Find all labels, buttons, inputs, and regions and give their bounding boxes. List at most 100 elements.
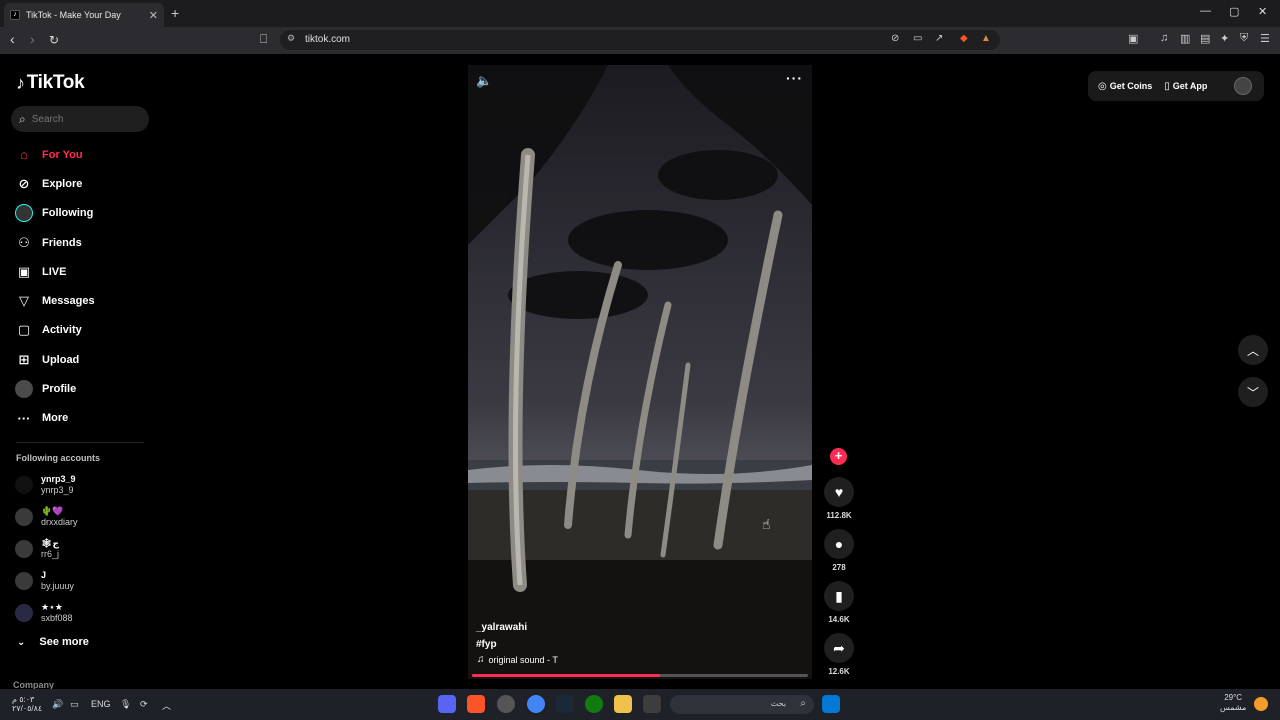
search-box[interactable]: ⌕ [11,106,149,132]
sidebar-item-label: Messages [42,295,95,308]
taskbar-search[interactable]: بحث ⌕ [670,695,814,714]
sidebar-item-label: Profile [42,383,77,396]
steam-icon[interactable] [556,695,574,713]
discord-icon[interactable] [438,695,456,713]
comment-button[interactable]: ● 278 [823,529,855,572]
search-input[interactable] [31,113,132,125]
following-account[interactable]: ★⋆★ sxbf088 [15,599,155,627]
share-button[interactable]: ➦ 12.6K [823,633,855,676]
like-button[interactable]: ♥ 112.8K [823,477,855,520]
logo-text: TikTok [26,72,85,93]
store-icon[interactable] [643,695,661,713]
following-account[interactable]: 🕸ج rr6_j [15,535,155,563]
wallet-icon[interactable]: ▤ [1200,32,1210,45]
speaker-icon[interactable]: 🔊 [52,699,63,710]
close-tab-icon[interactable]: ✕ [149,9,158,22]
sidebar-icon[interactable]: ▥ [1180,32,1190,45]
reload-button[interactable]: ↻ [49,33,59,47]
tray-chevron-icon[interactable]: ︿ [162,699,171,712]
follow-button[interactable]: + [830,448,847,465]
chevron-down-icon: ﹀ [1246,385,1259,400]
close-window-button[interactable]: ✕ [1258,5,1267,18]
sidebar-item-following[interactable]: Following [13,199,153,228]
account-username: ynrp3_9 [41,485,74,495]
brave-rewards-icon[interactable]: ▲ [981,33,991,44]
video-author[interactable]: _yalrawahi [476,622,527,633]
get-coins-button[interactable]: ◎ Get Coins [1098,81,1152,92]
video-progress-bar[interactable] [472,674,808,677]
sidebar-item-activity[interactable]: ▢ Activity [13,316,153,345]
sidebar-item-explore[interactable]: ⊘ Explore [13,169,153,198]
file-explorer-icon[interactable] [614,695,632,713]
clock[interactable]: ٥:٠٣ م ٢٧/٠٥/٨٤ [12,695,42,713]
vpn-icon[interactable]: ⛨ [1240,32,1248,45]
get-app-button[interactable]: ▯ Get App [1164,81,1207,92]
back-button[interactable]: ‹ [10,31,15,47]
account-username: sxbf088 [41,613,73,623]
tiktok-logo[interactable]: ♪ TikTok [16,72,85,94]
tab-title: TikTok - Make Your Day [26,10,121,20]
sidebar-item-live[interactable]: ▣ LIVE [13,257,153,286]
maximize-button[interactable]: ▢ [1229,5,1239,18]
bookmark-icon[interactable]: ⎕ [260,32,267,47]
previous-video-button[interactable]: ︿ [1238,335,1268,365]
minimize-button[interactable]: — [1200,5,1211,17]
account-username: by.juuuy [41,581,74,591]
sidebar-item-label: For You [42,148,83,161]
friends-icon: ⚇ [18,234,30,250]
menu-icon[interactable]: ☰ [1260,32,1270,45]
share-icon[interactable]: ↗ [935,33,943,44]
no-translate-icon[interactable]: ⊘ [891,33,899,44]
sidebar-item-more[interactable]: ··· More [13,404,153,433]
sidebar-item-upload[interactable]: ⊞ Upload [13,345,153,374]
profile-avatar[interactable] [1234,77,1252,95]
weather-widget[interactable]: 29°C مشمس [1220,693,1246,713]
music-note-icon: ♫ [477,654,485,665]
avatar [15,508,33,526]
sync-icon[interactable]: ⟳ [140,699,148,710]
sidebar-item-friends[interactable]: ⚇ Friends [13,228,153,257]
video-caption[interactable]: #fyp [476,639,497,650]
microphone-icon[interactable]: 🎙 [120,699,131,710]
video-sound[interactable]: ♫ original sound - T [477,654,558,665]
see-more-button[interactable]: ⌄ See more [17,636,89,648]
windows-start-icon[interactable] [822,695,840,713]
network-icon[interactable]: ▭ [70,699,79,710]
screenshot-icon[interactable]: ▣ [1128,32,1138,45]
following-account[interactable]: Jby.juuuy [15,567,155,595]
sidebar-item-label: Explore [42,177,83,190]
browser-tab[interactable]: ♪ TikTok - Make Your Day ✕ [4,3,164,27]
leo-ai-icon[interactable]: ✦ [1220,32,1229,45]
save-button[interactable]: ▮ 14.6K [823,581,855,624]
sidebar-item-messages[interactable]: ▽ Messages [13,286,153,315]
browser-toolbar: ‹ › ↻ ⎕ ⚙ tiktok.com ⊘ ▭ ↗ ◆ ▲ ▣ ♫ ▥ ▤ ✦… [0,27,1280,54]
brave-shields-icon[interactable]: ◆ [960,33,968,44]
comment-count: 278 [832,563,846,572]
url-text[interactable]: tiktok.com [305,34,350,45]
weather-condition: مشمس [1220,703,1247,712]
site-settings-icon[interactable]: ⚙ [287,33,295,44]
phone-icon: ▯ [1164,80,1170,92]
new-tab-button[interactable]: + [171,5,179,21]
forward-button[interactable]: › [30,31,35,47]
media-icon[interactable]: ♫ [1160,32,1168,44]
obs-icon[interactable] [497,695,515,713]
avatar [15,540,33,558]
avatar [15,604,33,622]
next-video-button[interactable]: ﹀ [1238,377,1268,407]
xbox-icon[interactable] [585,695,603,713]
following-account[interactable]: 🌵💜 drxxdiary [15,503,155,531]
volume-icon[interactable]: 🔈 [476,73,492,89]
sidebar-item-for-you[interactable]: ⌂ For You [13,140,153,169]
weather-temperature: 29°C [1224,693,1243,702]
video-frame [468,65,812,679]
following-account[interactable]: ynrp3_9 ynrp3_9 [15,471,155,499]
address-bar[interactable]: ⚙ tiktok.com ⊘ ▭ ↗ ◆ ▲ [280,30,1000,50]
brave-icon[interactable] [467,695,485,713]
cast-icon[interactable]: ▭ [913,33,922,44]
video-player[interactable] [468,65,812,679]
video-more-icon[interactable]: ··· [786,70,803,86]
sidebar-item-profile[interactable]: Profile [13,374,153,403]
language-indicator[interactable]: ENG [91,699,111,709]
chrome-icon[interactable] [527,695,545,713]
